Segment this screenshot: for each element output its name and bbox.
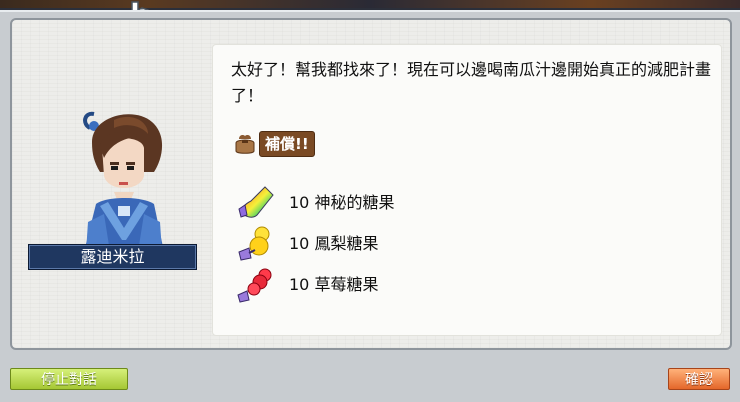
stop-conversation-button[interactable]: 停止對話 bbox=[10, 368, 128, 390]
pineapple-candy-icon bbox=[238, 226, 270, 261]
reward-item-text: 10 草莓糖果 bbox=[289, 275, 379, 294]
reward-item-text: 10 鳳梨糖果 bbox=[289, 234, 379, 253]
dialog-panel: 露迪米拉 太好了！幫我都找來了！現在可以邊喝南瓜汁邊開始真正的減肥計畫了！ 補償… bbox=[10, 18, 732, 350]
dialog-message: 太好了！幫我都找來了！現在可以邊喝南瓜汁邊開始真正的減肥計畫了！ bbox=[231, 60, 712, 105]
npc-nameplate: 露迪米拉 bbox=[28, 244, 197, 270]
reward-item-text: 10 神秘的糖果 bbox=[289, 193, 395, 212]
game-background-strip bbox=[0, 0, 740, 8]
reward-item-mystery-candy: 10 神秘的糖果 bbox=[235, 185, 535, 221]
rainbow-candy-icon bbox=[238, 186, 274, 218]
reward-item-strawberry-candy: 10 草莓糖果 bbox=[235, 267, 535, 303]
reward-item-pineapple-candy: 10 鳳梨糖果 bbox=[235, 226, 535, 262]
npc-dialog-window: 露迪米拉 太好了！幫我都找來了！現在可以邊喝南瓜汁邊開始真正的減肥計畫了！ 補償… bbox=[0, 10, 740, 402]
dialog-text-box: 太好了！幫我都找來了！現在可以邊喝南瓜汁邊開始真正的減肥計畫了！ 補償!! 10… bbox=[212, 44, 722, 336]
reward-bag-icon bbox=[235, 135, 255, 154]
reward-label: 補償!! bbox=[259, 131, 315, 157]
strawberry-candy-icon bbox=[237, 268, 272, 303]
confirm-button[interactable]: 確認 bbox=[668, 368, 730, 390]
npc-portrait bbox=[83, 111, 164, 252]
